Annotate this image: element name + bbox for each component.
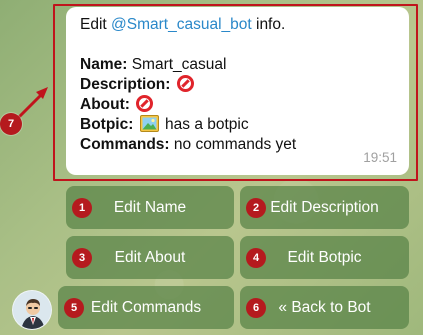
message-bubble: Edit @Smart_casual_bot info. Name: Smart… xyxy=(66,7,409,175)
annotation-badge-7: 7 xyxy=(0,113,22,135)
edit-commands-button[interactable]: 5 Edit Commands xyxy=(58,286,234,329)
picture-icon xyxy=(139,115,159,132)
no-entry-icon xyxy=(136,95,154,112)
badge-2: 2 xyxy=(246,197,266,218)
badge-1: 1 xyxy=(72,197,92,218)
name-row: Name: Smart_casual xyxy=(80,56,227,73)
badge-4: 4 xyxy=(246,247,266,268)
edit-botpic-button[interactable]: 4 Edit Botpic xyxy=(240,236,409,279)
avatar-illustration xyxy=(13,291,51,329)
message-intro: Edit @Smart_casual_bot info. xyxy=(80,16,286,33)
description-row: Description: xyxy=(80,75,395,95)
commands-row: Commands: no commands yet xyxy=(80,136,297,153)
badge-6: 6 xyxy=(246,297,266,318)
message-time: 19:51 xyxy=(363,150,397,165)
badge-3: 3 xyxy=(72,247,92,268)
back-to-bot-button[interactable]: 6 « Back to Bot xyxy=(240,286,409,329)
bot-mention-link[interactable]: @Smart_casual_bot xyxy=(111,16,252,33)
edit-description-button[interactable]: 2 Edit Description xyxy=(240,186,409,229)
bot-avatar[interactable] xyxy=(12,290,52,330)
botpic-row: Botpic: has a botpic xyxy=(80,115,249,133)
edit-name-button[interactable]: 1 Edit Name xyxy=(66,186,234,229)
badge-5: 5 xyxy=(64,297,84,318)
about-row: About: xyxy=(80,95,395,115)
no-entry-icon xyxy=(176,75,194,92)
edit-about-button[interactable]: 3 Edit About xyxy=(66,236,234,279)
